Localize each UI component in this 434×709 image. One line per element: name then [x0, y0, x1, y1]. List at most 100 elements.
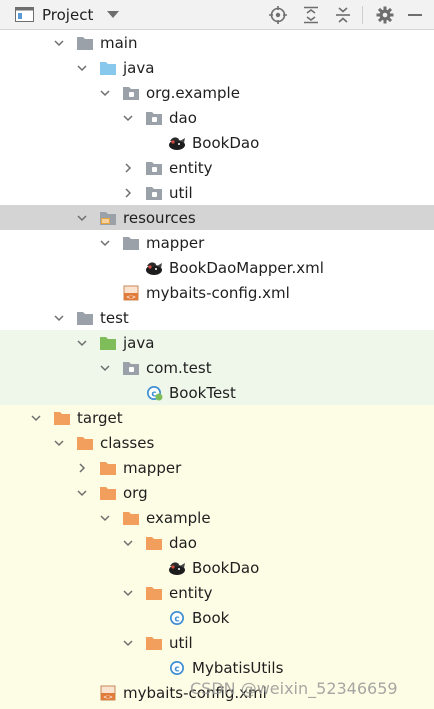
tree-node[interactable]: org.example: [0, 80, 434, 105]
tree-node[interactable]: mapper: [0, 455, 434, 480]
folder-icon: [76, 310, 94, 326]
tree-node[interactable]: example: [0, 505, 434, 530]
excluded-folder-icon: [145, 585, 163, 601]
package-icon: [122, 360, 140, 376]
resources-folder-icon: [99, 210, 117, 226]
tree-node[interactable]: <> mybaits-config.xml: [0, 280, 434, 305]
locate-icon[interactable]: [268, 5, 288, 25]
tree-node[interactable]: classes: [0, 430, 434, 455]
folder-icon: [122, 235, 140, 251]
tree-node[interactable]: dao: [0, 105, 434, 130]
tree-node[interactable]: com.test: [0, 355, 434, 380]
tree-node[interactable]: util: [0, 630, 434, 655]
chevron-right-icon[interactable]: [122, 187, 134, 199]
chevron-down-icon[interactable]: [53, 37, 65, 49]
tree-node[interactable]: resources: [0, 205, 434, 230]
tree-node[interactable]: BookDao: [0, 130, 434, 155]
xml-file-icon: <>: [99, 685, 117, 701]
tree-node-label: BookDao: [192, 558, 260, 577]
tree-node-label: mapper: [146, 233, 205, 252]
tree-node-label: entity: [169, 583, 213, 602]
tree-node[interactable]: c Book: [0, 605, 434, 630]
tree-node-label: classes: [100, 433, 155, 452]
chevron-down-icon[interactable]: [99, 362, 111, 374]
tree-node-label: util: [169, 183, 193, 202]
tree-node-label: entity: [169, 158, 213, 177]
tree-node-label: java: [123, 333, 155, 352]
tree-node-label: Book: [192, 608, 230, 627]
mybatis-file-icon: [168, 135, 186, 151]
svg-text:<>: <>: [103, 694, 113, 701]
source-folder-icon: [99, 60, 117, 76]
package-icon: [145, 110, 163, 126]
tree-node[interactable]: c MybatisUtils: [0, 655, 434, 680]
package-icon: [122, 85, 140, 101]
chevron-down-icon[interactable]: [122, 587, 134, 599]
tree-node[interactable]: test: [0, 305, 434, 330]
svg-text:c: c: [174, 664, 179, 674]
toolbar-separator: [362, 6, 363, 24]
tree-node-label: org: [123, 483, 148, 502]
xml-file-icon: <>: [122, 285, 140, 301]
tree-node-label: util: [169, 633, 193, 652]
chevron-down-icon[interactable]: [30, 412, 42, 424]
chevron-down-icon[interactable]: [53, 437, 65, 449]
settings-icon[interactable]: [375, 5, 395, 25]
project-title[interactable]: Project: [42, 6, 93, 24]
tree-node[interactable]: entity: [0, 155, 434, 180]
chevron-right-icon[interactable]: [122, 162, 134, 174]
tree-node-label: mybaits-config.xml: [146, 283, 290, 302]
expand-all-icon[interactable]: [301, 5, 321, 25]
excluded-folder-icon: [53, 410, 71, 426]
package-icon: [145, 185, 163, 201]
tree-node-label: MybatisUtils: [192, 658, 284, 677]
tree-node[interactable]: java: [0, 55, 434, 80]
mybatis-file-icon: [168, 560, 186, 576]
tree-node[interactable]: entity: [0, 580, 434, 605]
tree-node[interactable]: target: [0, 405, 434, 430]
chevron-down-icon[interactable]: [99, 237, 111, 249]
watermark: CSDN @weixin_52346659: [190, 679, 398, 698]
chevron-down-icon[interactable]: [99, 512, 111, 524]
chevron-down-icon[interactable]: [76, 487, 88, 499]
chevron-down-icon[interactable]: [122, 637, 134, 649]
collapse-all-icon[interactable]: [333, 5, 353, 25]
chevron-down-icon[interactable]: [107, 10, 120, 19]
tree-node-label: com.test: [146, 358, 212, 377]
tree-node[interactable]: main: [0, 30, 434, 55]
chevron-down-icon[interactable]: [122, 112, 134, 124]
tree-node-label: target: [77, 408, 123, 427]
tree-node[interactable]: dao: [0, 530, 434, 555]
tree-node[interactable]: c BookTest: [0, 380, 434, 405]
tree-node-label: java: [123, 58, 155, 77]
tree-node[interactable]: BookDao: [0, 555, 434, 580]
java-class-icon: c: [168, 660, 186, 676]
svg-text:<>: <>: [126, 294, 136, 301]
chevron-down-icon[interactable]: [76, 337, 88, 349]
chevron-down-icon[interactable]: [99, 87, 111, 99]
tree-node-label: BookTest: [169, 383, 236, 402]
mybatis-file-icon: [145, 260, 163, 276]
excluded-folder-icon: [145, 635, 163, 651]
chevron-down-icon[interactable]: [76, 62, 88, 74]
package-icon: [145, 160, 163, 176]
excluded-folder-icon: [99, 485, 117, 501]
project-tree: main java org.example dao BookDao entity util r…: [0, 30, 434, 709]
tree-node[interactable]: util: [0, 180, 434, 205]
test-class-icon: c: [145, 385, 163, 401]
tree-node[interactable]: java: [0, 330, 434, 355]
tree-node[interactable]: mapper: [0, 230, 434, 255]
project-view-icon[interactable]: [15, 7, 34, 22]
tree-node-label: org.example: [146, 83, 240, 102]
excluded-folder-icon: [99, 460, 117, 476]
tree-node-label: mapper: [123, 458, 182, 477]
tree-node[interactable]: org: [0, 480, 434, 505]
chevron-down-icon[interactable]: [53, 312, 65, 324]
chevron-down-icon[interactable]: [122, 537, 134, 549]
excluded-folder-icon: [76, 435, 94, 451]
tree-node[interactable]: BookDaoMapper.xml: [0, 255, 434, 280]
minimize-icon[interactable]: [405, 5, 425, 25]
excluded-folder-icon: [122, 510, 140, 526]
chevron-down-icon[interactable]: [76, 212, 88, 224]
chevron-right-icon[interactable]: [76, 462, 88, 474]
